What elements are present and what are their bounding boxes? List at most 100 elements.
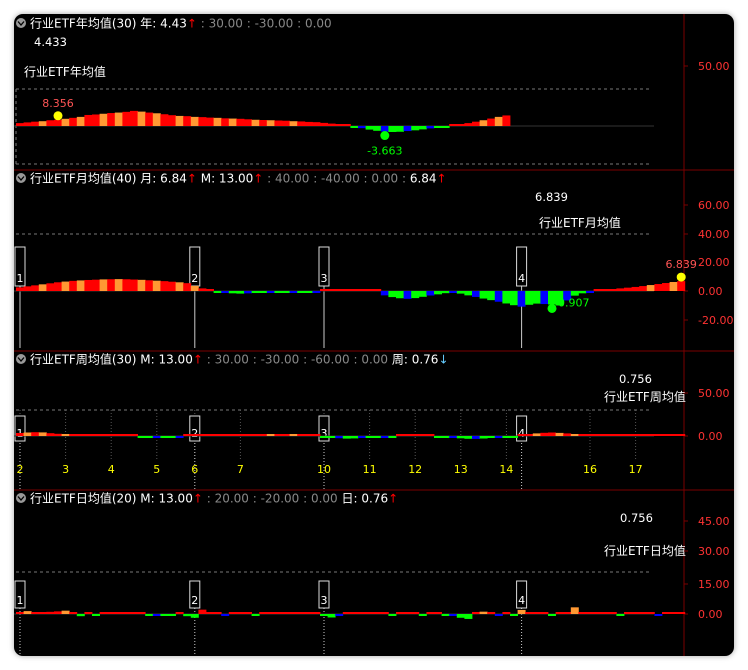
bar-month [578, 291, 587, 294]
series-name-label: 行业ETF日均值 [604, 543, 686, 558]
bar-day [282, 612, 290, 614]
arrow-up-icon: ↑ [437, 172, 447, 186]
bar-day [380, 612, 389, 614]
bar-day [616, 614, 625, 616]
bar-week [502, 436, 511, 438]
bar-day [677, 612, 686, 614]
bar-year [228, 118, 237, 126]
bar-week [418, 434, 427, 436]
y-tick-label: 15.00 [698, 578, 730, 591]
bar-month [654, 284, 663, 291]
bar-week [335, 436, 344, 439]
bar-week [646, 434, 655, 436]
panel-param: 年: 4.43 [140, 17, 187, 31]
bar-day [289, 612, 298, 614]
bar-day [548, 614, 556, 616]
bar-week [677, 434, 686, 436]
arrow-up-icon: ↑ [187, 17, 201, 31]
bar-day [365, 612, 374, 614]
bar-month [593, 289, 602, 291]
bar-day [570, 607, 579, 614]
bar-year [175, 115, 184, 126]
bar-year [69, 117, 78, 126]
bar-month [639, 286, 648, 291]
bar-week [236, 434, 245, 436]
bar-week [662, 434, 670, 436]
bar-week [578, 434, 587, 436]
bar-week [548, 432, 556, 436]
bar-month [84, 279, 93, 291]
bar-day [639, 612, 648, 614]
bar-day [388, 614, 397, 616]
panel-title: 行业ETF月均值(40) [30, 171, 140, 186]
bar-year [418, 126, 427, 130]
marker-label: 2 [191, 427, 198, 440]
x-tick-label: 12 [408, 463, 422, 476]
bar-day [114, 612, 123, 614]
collapse-icon[interactable] [16, 354, 26, 364]
bar-week [456, 436, 465, 439]
bar-month [297, 291, 306, 293]
bar-day [456, 614, 465, 618]
bar-day [662, 612, 670, 614]
y-tick-label: 50.00 [698, 387, 730, 400]
bar-month [335, 289, 344, 291]
bar-month [434, 291, 442, 295]
bar-month [525, 291, 534, 305]
bar-week [312, 434, 321, 436]
bar-week [373, 436, 382, 438]
bar-day [593, 612, 602, 614]
bar-week [152, 436, 161, 438]
bar-day [84, 612, 93, 614]
y-tick-label: 20.00 [698, 256, 730, 269]
x-tick-label: 14 [499, 463, 513, 476]
bar-month [274, 291, 283, 293]
bar-week [494, 436, 503, 438]
bar-year [160, 114, 169, 126]
bar-week [297, 434, 306, 436]
bar-day [342, 612, 351, 614]
collapse-icon[interactable] [16, 173, 26, 183]
bar-year [358, 126, 366, 129]
bar-month [145, 280, 154, 291]
bar-week [38, 432, 47, 436]
bar-day [259, 612, 268, 614]
bar-year [494, 116, 503, 126]
bar-day [31, 612, 40, 614]
bar-month [662, 283, 670, 291]
bar-year [221, 118, 230, 126]
bar-week [46, 433, 55, 436]
bar-week [221, 434, 230, 436]
bar-day [46, 611, 55, 614]
bar-day [160, 614, 169, 616]
bar-week [266, 434, 275, 436]
collapse-icon[interactable] [16, 493, 26, 503]
bar-week [624, 434, 632, 436]
bar-week [76, 434, 85, 436]
bar-month [114, 279, 123, 291]
bar-year [54, 119, 62, 126]
bar-day [61, 610, 70, 614]
x-tick-label: 7 [237, 463, 244, 476]
bar-month [46, 283, 55, 291]
bar-week [274, 434, 283, 436]
bar-week [327, 436, 336, 438]
bar-month [396, 291, 404, 299]
bar-week [342, 436, 351, 439]
bar-day [206, 612, 214, 614]
bar-day [396, 612, 404, 614]
bar-day [221, 614, 230, 617]
bar-day [373, 612, 382, 614]
bar-year [487, 118, 496, 126]
bar-month [388, 291, 397, 298]
bar-month [494, 291, 503, 302]
bar-week [464, 436, 473, 439]
series-name-label: 行业ETF年均值 [24, 64, 106, 79]
collapse-icon[interactable] [16, 18, 26, 28]
bar-year [251, 119, 260, 126]
series-name-label: 行业ETF月均值 [539, 215, 621, 230]
bar-year [99, 113, 108, 126]
panel-title: 行业ETF周均值(30) [30, 352, 140, 367]
bar-week [16, 433, 24, 436]
x-tick-label: 16 [583, 463, 597, 476]
